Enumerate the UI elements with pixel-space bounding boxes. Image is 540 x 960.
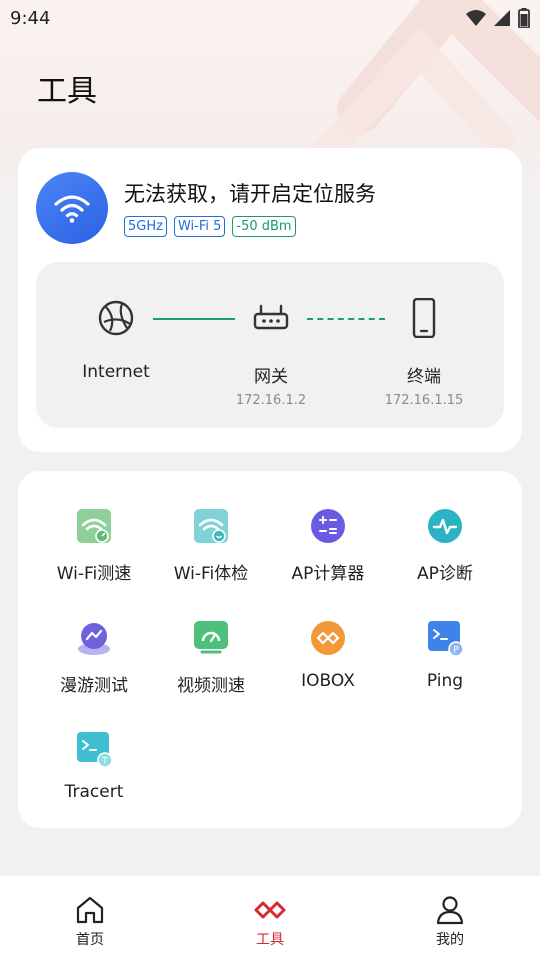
wifi-checkup-icon [192, 507, 230, 545]
status-bar: 9:44 [0, 0, 540, 36]
wifi-standard-badge: Wi-Fi 5 [173, 216, 226, 237]
diagnosis-icon [426, 507, 464, 545]
wifi-signal-icon [466, 10, 486, 26]
topology-internet-node[interactable]: Internet [66, 298, 166, 382]
signal-strength-badge: -50 dBm [232, 216, 296, 237]
ping-icon: P [426, 619, 464, 657]
internet-label: Internet [82, 362, 150, 382]
gateway-ip: 172.16.1.2 [235, 393, 307, 408]
band-badge: 5GHz [124, 216, 167, 237]
wifi-icon [54, 195, 90, 223]
svg-text:P: P [453, 646, 459, 656]
terminal-ip: 172.16.1.15 [384, 393, 464, 408]
topology-gateway-node[interactable]: 网关 172.16.1.2 [226, 298, 316, 408]
tool-label: IOBOX [301, 671, 355, 691]
topology-terminal-node[interactable]: 终端 172.16.1.15 [374, 298, 474, 408]
globe-icon [98, 300, 134, 336]
roaming-icon [75, 619, 113, 657]
home-icon [76, 896, 104, 924]
cell-signal-icon [494, 10, 510, 26]
tool-iobox[interactable]: IOBOX [268, 619, 388, 691]
svg-text:T: T [101, 757, 108, 767]
video-speed-icon [192, 619, 230, 657]
tool-video-speed[interactable]: 视频测速 [151, 619, 271, 696]
iobox-icon [309, 619, 347, 657]
internet-gateway-link [153, 318, 235, 320]
wifi-speed-icon [75, 507, 113, 545]
nav-profile[interactable]: 我的 [405, 894, 495, 949]
page-title: 工具 [37, 74, 97, 109]
tool-label: Wi-Fi体检 [173, 564, 249, 584]
tool-wifi-checkup[interactable]: Wi-Fi体检 [151, 507, 271, 584]
tracert-icon: T [75, 730, 113, 768]
network-status-card[interactable]: 无法获取，请开启定位服务 5GHz Wi-Fi 5 -50 dBm Intern… [18, 148, 522, 452]
phone-icon [412, 298, 436, 338]
terminal-label: 终端 [407, 367, 441, 387]
tools-icon [254, 901, 286, 919]
nav-label: 首页 [76, 932, 104, 948]
bottom-navigation: 首页 工具 我的 [0, 876, 540, 960]
network-badges: 5GHz Wi-Fi 5 -50 dBm [124, 216, 296, 237]
tool-label: AP诊断 [417, 564, 473, 584]
nav-label: 工具 [256, 932, 284, 948]
nav-home[interactable]: 首页 [45, 894, 135, 949]
tool-label: Ping [426, 671, 464, 691]
tool-wifi-speed[interactable]: Wi-Fi测速 [34, 507, 154, 584]
tools-grid-card: Wi-Fi测速 Wi-Fi体检 AP计算器 AP诊断 漫游测试 视频测速 IOB… [18, 471, 522, 828]
wifi-status-indicator [36, 172, 108, 244]
battery-icon [518, 8, 530, 28]
nav-tools[interactable]: 工具 [225, 894, 315, 949]
tool-label: Wi-Fi测速 [56, 564, 132, 584]
tool-label: 视频测速 [177, 676, 245, 696]
gateway-label: 网关 [254, 367, 288, 387]
tool-label: 漫游测试 [60, 676, 128, 696]
tool-tracert[interactable]: T Tracert [34, 730, 154, 802]
router-icon [253, 304, 289, 330]
profile-icon [436, 896, 464, 925]
tool-ap-calculator[interactable]: AP计算器 [268, 507, 388, 584]
network-topology: Internet 网关 172.16.1.2 终端 172.16.1.15 [36, 262, 504, 428]
network-status-text: 无法获取，请开启定位服务 [124, 182, 376, 206]
tool-label: Tracert [64, 782, 124, 802]
tool-ap-diagnosis[interactable]: AP诊断 [385, 507, 505, 584]
calculator-icon [309, 507, 347, 545]
nav-label: 我的 [436, 932, 464, 948]
tool-roaming-test[interactable]: 漫游测试 [34, 619, 154, 696]
tool-ping[interactable]: P Ping [385, 619, 505, 691]
status-time: 9:44 [10, 8, 51, 29]
tool-label: AP计算器 [291, 564, 365, 584]
